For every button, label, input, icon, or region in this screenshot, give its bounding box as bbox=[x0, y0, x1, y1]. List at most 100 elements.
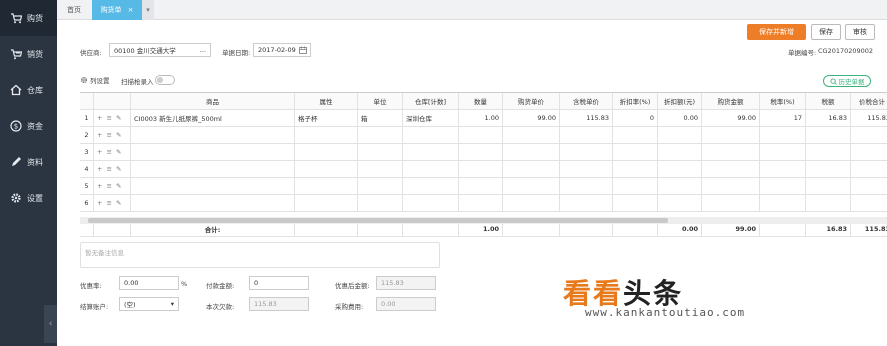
remark-field[interactable]: 暂无备注信息 bbox=[80, 242, 440, 268]
row-actions[interactable]: + ≡ ✎ bbox=[94, 178, 131, 194]
sidebar-item-data[interactable]: 资料 bbox=[0, 144, 57, 180]
grid-cell-attr[interactable] bbox=[295, 195, 358, 211]
row-actions[interactable]: + ≡ ✎ bbox=[94, 144, 131, 160]
sidebar-collapse-button[interactable]: ‹ bbox=[44, 305, 57, 343]
grid-cell-price[interactable] bbox=[503, 127, 560, 143]
grid-cell-disc_amt[interactable] bbox=[658, 127, 702, 143]
discount-rate-field[interactable]: 0.00 bbox=[119, 276, 179, 290]
more-icon[interactable]: ... bbox=[200, 46, 206, 54]
grid-cell-disc_rate[interactable] bbox=[613, 144, 658, 160]
grid-cell-warehouse[interactable] bbox=[403, 144, 459, 160]
scrollbar-thumb[interactable] bbox=[88, 218, 668, 223]
grid-cell-qty[interactable] bbox=[459, 127, 503, 143]
sidebar-item-settings[interactable]: 设置 bbox=[0, 180, 57, 216]
grid-cell-disc_rate[interactable] bbox=[613, 178, 658, 194]
grid-cell-product[interactable] bbox=[131, 144, 295, 160]
close-icon[interactable]: × bbox=[128, 6, 134, 14]
grid-cell-tax[interactable] bbox=[806, 127, 851, 143]
chevron-down-icon[interactable]: ▾ bbox=[142, 0, 154, 20]
history-orders-button[interactable]: 历史单据 bbox=[823, 75, 871, 87]
grid-cell-product[interactable] bbox=[131, 178, 295, 194]
grid-cell-disc_amt[interactable] bbox=[658, 161, 702, 177]
grid-cell-attr[interactable] bbox=[295, 178, 358, 194]
table-row[interactable]: 3 + ≡ ✎ bbox=[80, 144, 887, 161]
grid-cell-price[interactable]: 99.00 bbox=[503, 110, 560, 126]
column-settings-button[interactable]: 列设置 bbox=[80, 75, 110, 85]
grid-cell-tax[interactable] bbox=[806, 161, 851, 177]
grid-cell-price[interactable] bbox=[503, 195, 560, 211]
grid-cell-total[interactable] bbox=[851, 144, 887, 160]
grid-cell-tax[interactable]: 16.83 bbox=[806, 110, 851, 126]
sidebar-item-funds[interactable]: $ 资金 bbox=[0, 108, 57, 144]
account-select[interactable]: (空) ▾ bbox=[119, 297, 179, 311]
grid-cell-amount[interactable] bbox=[702, 161, 760, 177]
grid-cell-amount[interactable] bbox=[702, 195, 760, 211]
grid-cell-qty[interactable] bbox=[459, 178, 503, 194]
grid-cell-price[interactable] bbox=[503, 161, 560, 177]
grid-cell-tax_rate[interactable] bbox=[760, 195, 806, 211]
grid-cell-tax_rate[interactable] bbox=[760, 144, 806, 160]
grid-cell-disc_rate[interactable] bbox=[613, 161, 658, 177]
grid-cell-total[interactable] bbox=[851, 178, 887, 194]
grid-cell-warehouse[interactable] bbox=[403, 161, 459, 177]
grid-cell-qty[interactable] bbox=[459, 144, 503, 160]
grid-cell-product[interactable] bbox=[131, 195, 295, 211]
grid-cell-tax_price[interactable] bbox=[560, 195, 613, 211]
grid-cell-product[interactable]: CI0003 新生儿纸尿裤_500ml bbox=[131, 110, 295, 126]
row-actions[interactable]: + ≡ ✎ bbox=[94, 110, 131, 126]
grid-cell-total[interactable]: 115.83 bbox=[851, 110, 887, 126]
grid-cell-attr[interactable] bbox=[295, 161, 358, 177]
grid-cell-price[interactable] bbox=[503, 144, 560, 160]
grid-cell-tax_rate[interactable] bbox=[760, 127, 806, 143]
grid-cell-tax_rate[interactable] bbox=[760, 178, 806, 194]
calendar-icon[interactable] bbox=[299, 46, 307, 54]
grid-cell-amount[interactable] bbox=[702, 144, 760, 160]
grid-cell-tax_rate[interactable]: 17 bbox=[760, 110, 806, 126]
grid-cell-warehouse[interactable] bbox=[403, 195, 459, 211]
grid-cell-tax[interactable] bbox=[806, 178, 851, 194]
table-row[interactable]: 6 + ≡ ✎ bbox=[80, 195, 887, 212]
grid-cell-disc_amt[interactable] bbox=[658, 178, 702, 194]
grid-cell-amount[interactable] bbox=[702, 178, 760, 194]
horizontal-scrollbar[interactable] bbox=[80, 217, 887, 224]
grid-cell-tax_price[interactable] bbox=[560, 144, 613, 160]
grid-cell-total[interactable] bbox=[851, 127, 887, 143]
grid-cell-disc_rate[interactable] bbox=[613, 127, 658, 143]
grid-cell-total[interactable] bbox=[851, 161, 887, 177]
grid-cell-warehouse[interactable] bbox=[403, 178, 459, 194]
table-row[interactable]: 1 + ≡ ✎ CI0003 新生儿纸尿裤_500ml 格子杯箱深圳仓库 1.00 99.… bbox=[80, 110, 887, 127]
grid-cell-unit[interactable]: 箱 bbox=[358, 110, 403, 126]
table-row[interactable]: 5 + ≡ ✎ bbox=[80, 178, 887, 195]
grid-cell-qty[interactable] bbox=[459, 195, 503, 211]
scanner-input-toggle[interactable] bbox=[155, 75, 175, 85]
grid-cell-disc_rate[interactable] bbox=[613, 195, 658, 211]
grid-cell-warehouse[interactable]: 深圳仓库 bbox=[403, 110, 459, 126]
grid-cell-qty[interactable] bbox=[459, 161, 503, 177]
grid-cell-disc_amt[interactable] bbox=[658, 195, 702, 211]
tab-home[interactable]: 首页 bbox=[57, 0, 91, 20]
grid-cell-amount[interactable] bbox=[702, 127, 760, 143]
table-row[interactable]: 2 + ≡ ✎ bbox=[80, 127, 887, 144]
row-actions[interactable]: + ≡ ✎ bbox=[94, 127, 131, 143]
grid-cell-qty[interactable]: 1.00 bbox=[459, 110, 503, 126]
grid-cell-unit[interactable] bbox=[358, 178, 403, 194]
grid-cell-unit[interactable] bbox=[358, 144, 403, 160]
grid-cell-total[interactable] bbox=[851, 195, 887, 211]
grid-cell-attr[interactable] bbox=[295, 144, 358, 160]
grid-cell-product[interactable] bbox=[131, 127, 295, 143]
grid-cell-tax_price[interactable]: 115.83 bbox=[560, 110, 613, 126]
grid-cell-unit[interactable] bbox=[358, 195, 403, 211]
save-button[interactable]: 保存 bbox=[811, 24, 841, 40]
grid-cell-tax[interactable] bbox=[806, 195, 851, 211]
grid-cell-tax_price[interactable] bbox=[560, 178, 613, 194]
grid-cell-price[interactable] bbox=[503, 178, 560, 194]
paid-amount-field[interactable]: 0 bbox=[249, 276, 309, 290]
table-row[interactable]: 4 + ≡ ✎ bbox=[80, 161, 887, 178]
date-field[interactable]: 2017-02-09 bbox=[253, 43, 311, 57]
grid-cell-unit[interactable] bbox=[358, 127, 403, 143]
grid-cell-warehouse[interactable] bbox=[403, 127, 459, 143]
grid-cell-tax_price[interactable] bbox=[560, 161, 613, 177]
grid-cell-attr[interactable]: 格子杯 bbox=[295, 110, 358, 126]
row-actions[interactable]: + ≡ ✎ bbox=[94, 161, 131, 177]
grid-cell-disc_rate[interactable]: 0 bbox=[613, 110, 658, 126]
